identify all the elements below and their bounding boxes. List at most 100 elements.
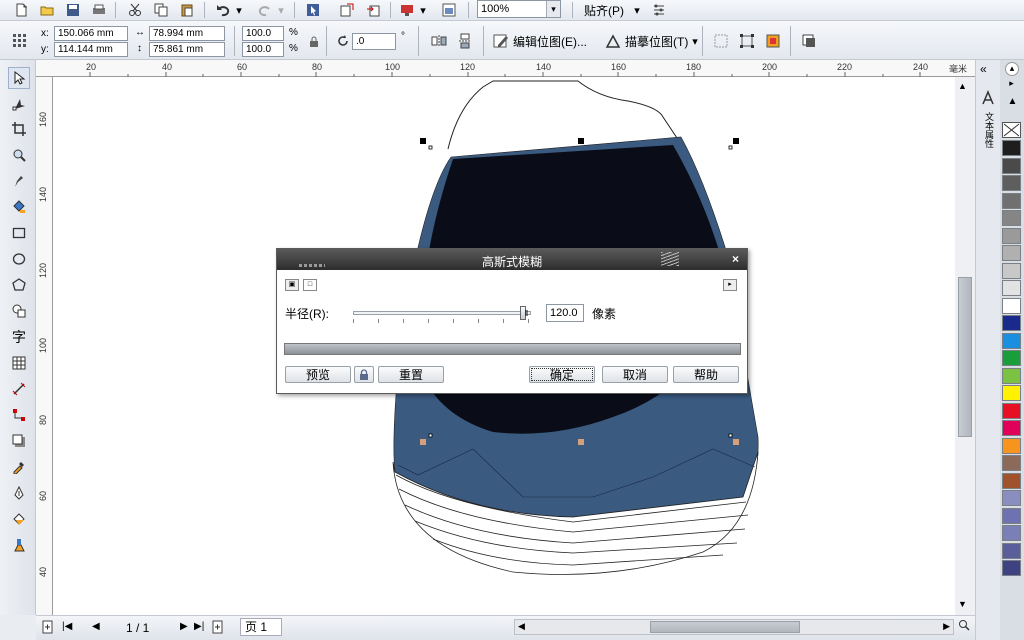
color-swatch[interactable]: [1002, 402, 1021, 419]
two-pane-view-icon[interactable]: ▣: [285, 279, 299, 291]
ellipse-tool-icon[interactable]: [8, 248, 30, 270]
chevron-down-icon[interactable]: ▾: [546, 1, 560, 17]
color-swatch[interactable]: [1002, 227, 1021, 244]
crop-tool-icon[interactable]: [8, 118, 30, 140]
palette-scroll-up-icon[interactable]: ▴: [1005, 62, 1019, 76]
horizontal-ruler[interactable]: 20 40 60 80 100 120 140 160 180 200 220 …: [36, 60, 975, 77]
publish-pdf-icon[interactable]: [398, 1, 416, 19]
lock-ratio-icon[interactable]: [305, 33, 323, 51]
scale-y-field[interactable]: 100.0: [242, 42, 284, 57]
redo-dropdown-icon[interactable]: ▾: [276, 1, 286, 19]
color-swatch[interactable]: [1002, 525, 1021, 541]
color-swatch[interactable]: [1002, 560, 1021, 576]
palette-menu-icon[interactable]: ▸: [1002, 78, 1021, 92]
add-page-after-icon[interactable]: [212, 620, 224, 637]
height-field[interactable]: 75.861 mm: [149, 42, 225, 57]
expand-arrow-icon[interactable]: ▸: [723, 279, 737, 291]
color-swatch[interactable]: [1002, 192, 1021, 209]
color-swatch[interactable]: [1002, 437, 1021, 454]
color-swatch[interactable]: [1002, 140, 1021, 156]
cut-icon[interactable]: [126, 1, 144, 19]
publish-dropdown-icon[interactable]: ▾: [418, 1, 428, 19]
mirror-vertical-icon[interactable]: [456, 32, 474, 50]
resample-icon[interactable]: [738, 32, 756, 50]
single-pane-view-icon[interactable]: □: [303, 279, 317, 291]
reset-button[interactable]: 重置: [378, 366, 444, 383]
color-swatch[interactable]: [1002, 157, 1021, 174]
dialog-titlebar[interactable]: 高斯式模糊 ×: [277, 249, 747, 270]
scroll-right-icon[interactable]: ▶: [943, 621, 950, 632]
help-button[interactable]: 帮助: [673, 366, 739, 383]
next-page-icon[interactable]: ▶: [180, 621, 188, 632]
new-document-icon[interactable]: [12, 1, 30, 19]
zoom-tool-icon[interactable]: [8, 144, 30, 166]
undo-dropdown-icon[interactable]: ▾: [234, 1, 244, 19]
snap-to-menu[interactable]: 贴齐(P): [584, 2, 624, 19]
text-docker-icon[interactable]: [981, 90, 995, 109]
outline-pen-tool-icon[interactable]: [8, 482, 30, 504]
scroll-up-icon[interactable]: ▲: [958, 81, 967, 91]
object-origin-icon[interactable]: [10, 31, 28, 49]
color-swatch[interactable]: [1002, 367, 1021, 384]
scroll-left-icon[interactable]: ◀: [518, 621, 525, 632]
table-tool-icon[interactable]: [8, 352, 30, 374]
color-swatch[interactable]: [1002, 262, 1021, 279]
h-scroll-thumb[interactable]: [650, 621, 800, 633]
first-page-icon[interactable]: |◀: [62, 621, 72, 632]
collapse-docker-icon[interactable]: «: [980, 62, 987, 76]
save-icon[interactable]: [64, 1, 82, 19]
color-swatch[interactable]: [1002, 315, 1021, 331]
zoom-navigator-icon[interactable]: [958, 619, 970, 634]
eyedropper-tool-icon[interactable]: [8, 456, 30, 478]
options-icon[interactable]: [650, 1, 668, 19]
redo-icon[interactable]: [256, 1, 274, 19]
scroll-thumb[interactable]: [958, 277, 972, 437]
basic-shapes-tool-icon[interactable]: [8, 300, 30, 322]
ok-button[interactable]: 确定: [529, 366, 595, 383]
scale-x-field[interactable]: 100.0: [242, 26, 284, 41]
mirror-horizontal-icon[interactable]: [430, 32, 448, 50]
no-color-swatch[interactable]: [1002, 122, 1021, 138]
trace-dropdown-icon[interactable]: ▾: [690, 32, 700, 50]
preview-button[interactable]: 预览: [285, 366, 351, 383]
color-swatch[interactable]: [1002, 542, 1021, 559]
palette-up-icon[interactable]: ▲: [1003, 96, 1022, 110]
polygon-tool-icon[interactable]: [8, 274, 30, 296]
app-launcher-icon[interactable]: [440, 1, 458, 19]
close-icon[interactable]: ×: [732, 252, 739, 266]
lock-preview-button[interactable]: [354, 366, 374, 383]
color-swatch[interactable]: [1002, 350, 1021, 366]
connector-tool-icon[interactable]: [8, 404, 30, 426]
freehand-tool-icon[interactable]: [8, 170, 30, 192]
object-props-tab[interactable]: 文本属性: [983, 112, 996, 148]
color-swatch[interactable]: [1002, 245, 1021, 261]
color-swatch[interactable]: [1002, 297, 1021, 314]
color-swatch[interactable]: [1002, 332, 1021, 349]
interactive-fill-tool-icon[interactable]: [8, 534, 30, 556]
wrap-text-icon[interactable]: [800, 32, 818, 50]
x-position-field[interactable]: 150.066 mm: [54, 26, 128, 41]
prev-page-icon[interactable]: ◀: [92, 621, 100, 632]
radius-slider-track[interactable]: [353, 306, 531, 320]
color-swatch[interactable]: [1002, 175, 1021, 191]
vertical-ruler[interactable]: 160 140 120 100 80 60 40: [36, 77, 53, 615]
color-swatch[interactable]: [1002, 280, 1021, 296]
edit-bitmap-button[interactable]: 编辑位图(E)...: [513, 33, 587, 50]
color-swatch[interactable]: [1002, 455, 1021, 471]
paste-icon[interactable]: [178, 1, 196, 19]
copy-icon[interactable]: [152, 1, 170, 19]
color-swatch[interactable]: [1002, 210, 1021, 226]
horizontal-scrollbar[interactable]: ◀ ▶: [514, 619, 954, 635]
color-swatch[interactable]: [1002, 507, 1021, 524]
drop-shadow-tool-icon[interactable]: [8, 430, 30, 452]
rectangle-tool-icon[interactable]: [8, 222, 30, 244]
add-page-icon[interactable]: [42, 620, 54, 637]
scroll-down-icon[interactable]: ▼: [958, 599, 967, 609]
fill-tool-icon[interactable]: [8, 508, 30, 530]
smart-fill-tool-icon[interactable]: [8, 196, 30, 218]
cancel-button[interactable]: 取消: [602, 366, 668, 383]
vertical-scrollbar[interactable]: ▲ ▼: [955, 77, 975, 615]
page-tab[interactable]: 页 1: [240, 618, 282, 636]
radius-input[interactable]: 120.0: [546, 304, 584, 322]
dimension-tool-icon[interactable]: [8, 378, 30, 400]
